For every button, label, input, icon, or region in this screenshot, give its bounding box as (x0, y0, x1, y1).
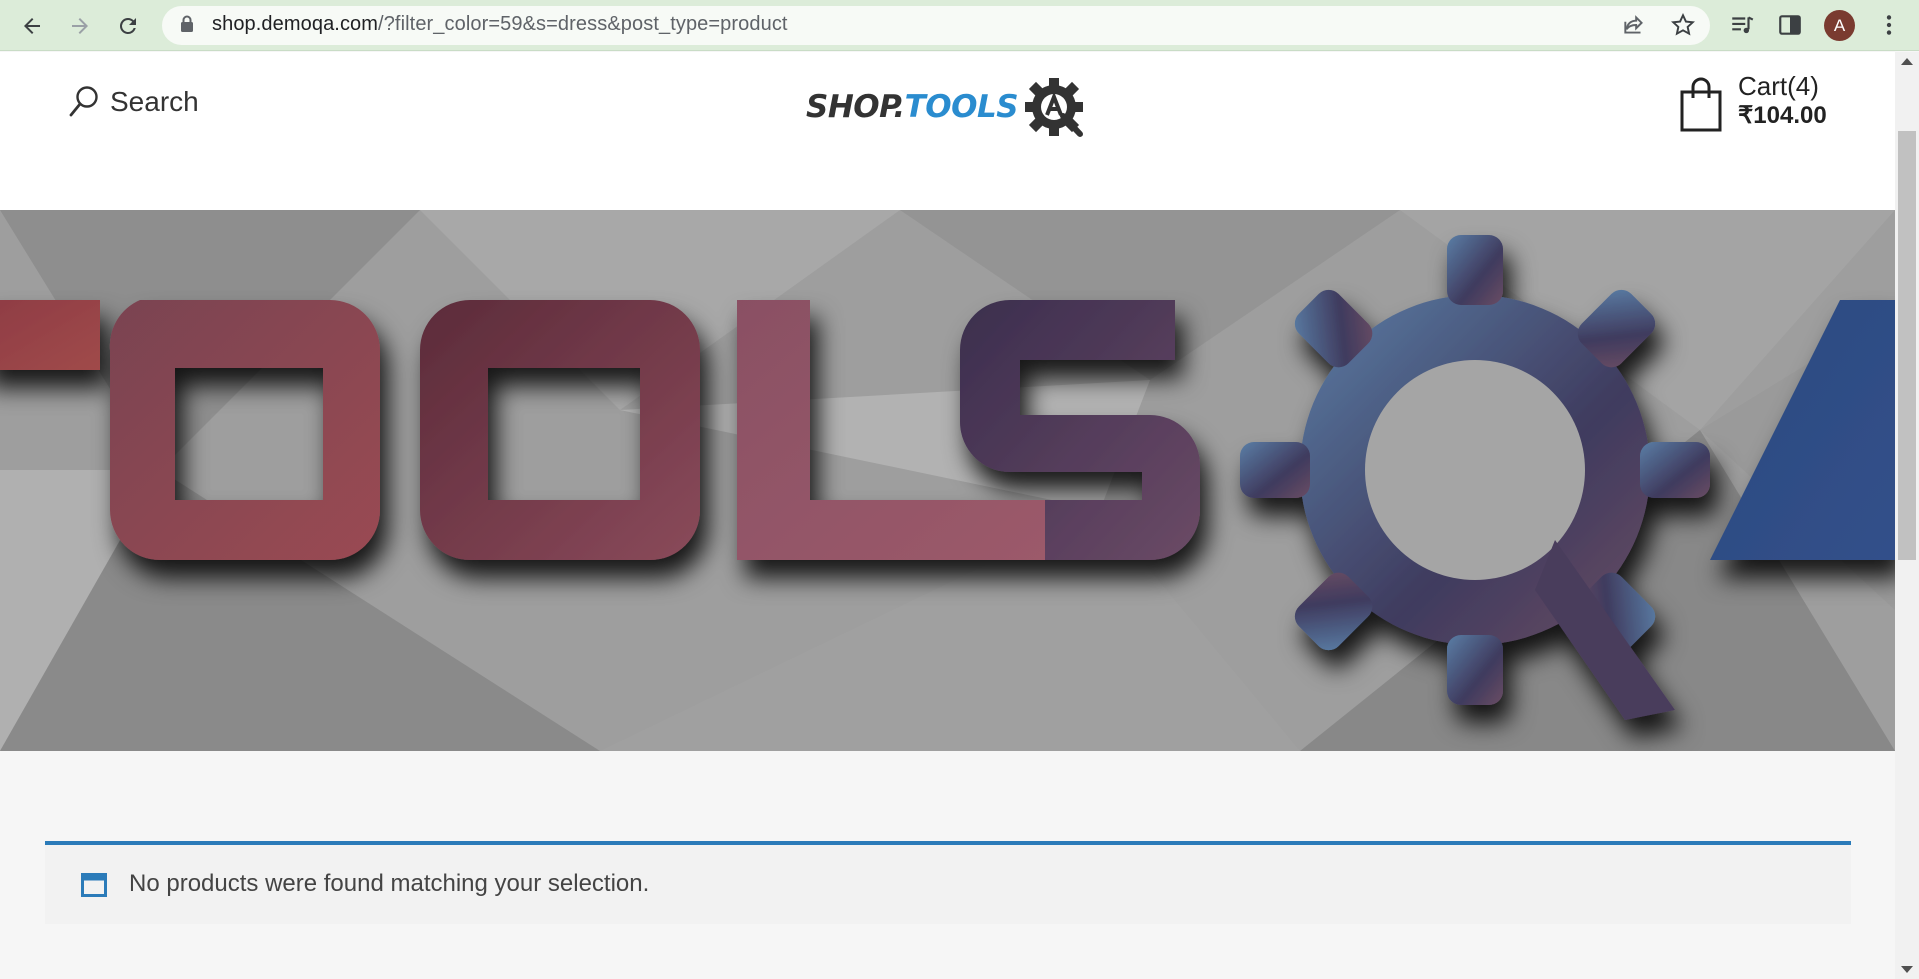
browser-toolbar: shop.demoqa.com/?filter_color=59&s=dress… (0, 0, 1919, 51)
info-notice: No products were found matching your sel… (45, 841, 1851, 924)
url-host: shop.demoqa.com (212, 13, 379, 35)
search-label: Search (110, 86, 199, 117)
share-icon[interactable] (1621, 12, 1647, 38)
search-toggle[interactable]: Search (68, 85, 199, 119)
site-logo[interactable]: SHOP.TOOLS (806, 72, 1090, 142)
page-scrollbar[interactable] (1895, 52, 1919, 979)
cart-summary: Cart(4) ₹104.00 (1738, 72, 1827, 130)
back-arrow-icon (24, 18, 40, 34)
forward-button[interactable] (62, 8, 98, 44)
url-path: /?filter_color=59&s=dress&post_type=prod… (378, 13, 788, 35)
forward-arrow-icon (72, 18, 88, 34)
toolsqa-banner-image (0, 210, 1895, 751)
side-panel-icon[interactable] (1777, 12, 1803, 38)
kebab-menu-icon[interactable] (1876, 12, 1902, 38)
media-icon[interactable] (1729, 12, 1755, 38)
reload-button[interactable] (110, 8, 146, 44)
logo-wordmark: SHOP.TOOLS (806, 89, 1019, 125)
search-icon (69, 86, 98, 117)
star-icon[interactable] (1670, 12, 1696, 38)
hero-banner (0, 210, 1895, 751)
back-button[interactable] (14, 8, 50, 44)
no-products-message: No products were found matching your sel… (129, 870, 650, 897)
shopping-bag-icon (1680, 77, 1722, 132)
main-content: No products were found matching your sel… (0, 751, 1895, 979)
profile-avatar[interactable]: A (1824, 10, 1855, 41)
window-info-icon (81, 873, 107, 897)
scroll-down-arrow-icon[interactable] (1901, 966, 1913, 973)
scroll-up-arrow-icon[interactable] (1901, 58, 1913, 65)
logo-tools-text: TOOLS (904, 89, 1019, 125)
lock-icon[interactable] (180, 15, 194, 33)
logo-shop-text: SHOP. (806, 89, 905, 125)
reload-icon (119, 17, 136, 34)
url-text[interactable]: shop.demoqa.com/?filter_color=59&s=dress… (212, 13, 788, 36)
scrollbar-thumb[interactable] (1898, 131, 1916, 560)
cart-link[interactable]: Cart(4) ₹104.00 (1676, 72, 1827, 134)
cart-total: ₹104.00 (1738, 102, 1827, 129)
site-header: Search SHOP.TOOLS Cart(4) ₹104.00 (0, 52, 1895, 210)
gear-logo-icon (1025, 78, 1084, 137)
cart-count: Cart(4) (1738, 71, 1819, 101)
